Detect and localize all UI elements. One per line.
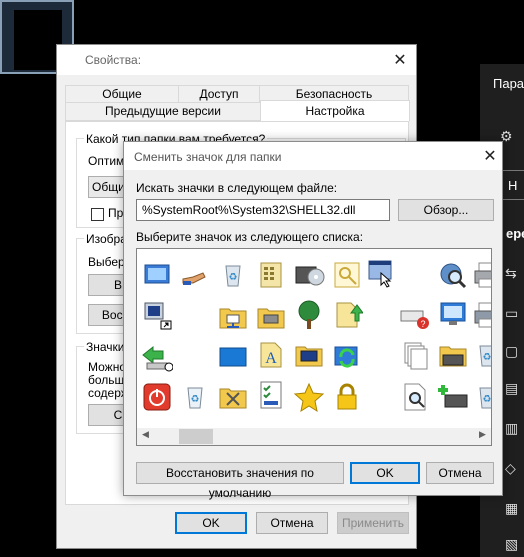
printer-icon[interactable] (471, 299, 492, 331)
browse-button[interactable]: Обзор... (398, 199, 494, 221)
side-item-icon[interactable]: ⇆ (505, 265, 517, 282)
restore-defaults-button[interactable]: Восстановить значения по умолчанию (136, 462, 344, 500)
key-window-icon[interactable] (331, 259, 363, 291)
icons-group-label: Значки (84, 340, 127, 354)
scroll-left-icon[interactable]: ◀ (142, 429, 149, 440)
close-icon[interactable]: ✕ (389, 50, 411, 70)
power-button-icon[interactable] (141, 381, 173, 413)
printer-icon[interactable] (471, 259, 492, 291)
keypad-document-icon[interactable] (255, 259, 287, 291)
blue-window-icon[interactable] (217, 341, 249, 373)
scroll-right-icon[interactable]: ▶ (479, 429, 486, 440)
svg-text:♻: ♻ (229, 272, 238, 283)
font-a-icon[interactable]: A (255, 339, 287, 371)
recycle-full-icon[interactable]: ♻ (179, 381, 211, 413)
window-cursor-icon[interactable] (365, 257, 397, 289)
folder-tools-icon[interactable] (217, 381, 249, 413)
checklist-icon[interactable] (255, 379, 287, 411)
star-icon[interactable] (293, 381, 325, 413)
window-screen-icon[interactable] (141, 259, 173, 291)
side-item-icon[interactable]: ▧ (505, 536, 518, 553)
recycle-bin-icon[interactable]: ♻ (471, 339, 492, 371)
ok-button[interactable]: OK (175, 512, 247, 534)
side-item-icon[interactable]: ▢ (505, 343, 518, 360)
change-icon-dialog: Сменить значок для папки ✕ Искать значки… (123, 141, 503, 500)
sync-arrows-icon[interactable] (331, 341, 363, 373)
svg-text:♻: ♻ (483, 394, 492, 405)
icon-list-label: Выберите значок из следующего списка: (136, 230, 364, 244)
cancel-button[interactable]: Отмена (426, 462, 494, 484)
globe-magnifier-icon[interactable] (437, 259, 469, 291)
network-error-printer-icon[interactable]: ? (399, 301, 431, 333)
drive-open-icon[interactable] (255, 301, 287, 333)
padlock-icon[interactable] (331, 381, 363, 413)
side-cut-text: ере (506, 226, 524, 241)
side-search-letter: Н (508, 178, 518, 193)
tab-general[interactable]: Общие (65, 85, 179, 103)
ok-button[interactable]: OK (350, 462, 420, 484)
svg-text:♻: ♻ (191, 394, 200, 405)
side-item-icon[interactable]: ▤ (505, 380, 518, 397)
horizontal-scrollbar[interactable]: ◀ ▶ (137, 428, 491, 445)
svg-text:?: ? (420, 319, 425, 329)
side-item-icon[interactable]: ▦ (505, 500, 518, 517)
icons-text-line: Можно (88, 360, 126, 374)
search-file-label: Искать значки в следующем файле: (136, 181, 338, 195)
scrollbar-thumb[interactable] (179, 429, 213, 444)
apply-button[interactable]: Применить (337, 512, 409, 534)
hand-share-icon[interactable] (179, 259, 211, 291)
side-item-icon[interactable]: ▭ (505, 305, 518, 322)
recycle-bin-icon[interactable]: ♻ (217, 259, 249, 291)
network-arrow-icon[interactable] (141, 341, 173, 373)
dvd-drive-icon[interactable] (293, 259, 325, 291)
tab-customize[interactable]: Настройка (260, 100, 410, 122)
recycle-bin-icon[interactable]: ♻ (471, 381, 492, 413)
svg-text:A: A (265, 350, 277, 367)
network-desktop-icon[interactable] (437, 299, 469, 331)
cancel-button[interactable]: Отмена (256, 512, 328, 534)
document-search-icon[interactable] (399, 381, 431, 413)
icon-list[interactable]: ♻ ? A ♻ ♻ ♻ (136, 248, 492, 446)
tree-icon[interactable] (293, 299, 325, 331)
subfolders-checkbox[interactable] (91, 208, 104, 221)
icon-file-path-input[interactable]: %SystemRoot%\System32\SHELL32.dll (136, 199, 390, 221)
svg-text:♻: ♻ (483, 352, 492, 363)
tab-sharing[interactable]: Доступ (178, 85, 260, 103)
computer-monitor-icon[interactable] (293, 339, 325, 371)
document-upload-icon[interactable] (331, 299, 363, 331)
change-icon-title: Сменить значок для папки (134, 150, 282, 164)
side-panel-title: Пара (493, 76, 524, 91)
tab-previous-versions[interactable]: Предыдущие версии (65, 102, 261, 121)
printer-add-icon[interactable] (437, 381, 469, 413)
side-item-icon[interactable]: ◇ (505, 460, 516, 477)
properties-title: Свойства: (85, 53, 142, 67)
computer-shortcut-icon[interactable] (141, 299, 173, 331)
printer-folder-icon[interactable] (437, 339, 469, 371)
side-item-icon[interactable]: ▥ (505, 420, 518, 437)
folder-network-icon[interactable] (217, 301, 249, 333)
documents-stack-icon[interactable] (399, 339, 431, 371)
close-icon[interactable]: ✕ (480, 146, 500, 166)
